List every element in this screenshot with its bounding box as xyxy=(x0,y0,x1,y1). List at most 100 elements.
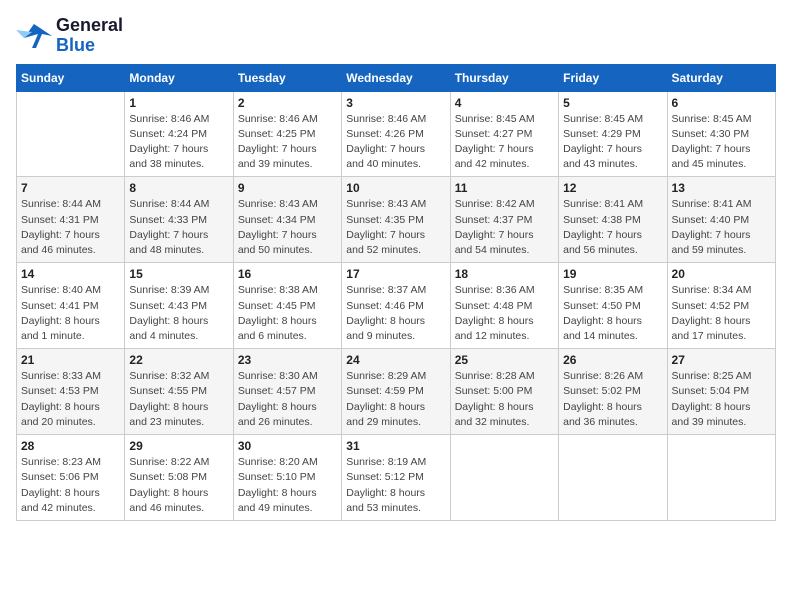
column-header-sunday: Sunday xyxy=(17,64,125,91)
day-number: 23 xyxy=(238,353,337,367)
calendar-cell: 6 Sunrise: 8:45 AMSunset: 4:30 PMDaylight… xyxy=(667,91,775,177)
day-number: 4 xyxy=(455,96,554,110)
day-number: 20 xyxy=(672,267,771,281)
day-number: 29 xyxy=(129,439,228,453)
day-info: Sunrise: 8:44 AMSunset: 4:31 PMDaylight:… xyxy=(21,197,120,258)
calendar-header-row: SundayMondayTuesdayWednesdayThursdayFrid… xyxy=(17,64,776,91)
column-header-monday: Monday xyxy=(125,64,233,91)
calendar-cell: 19 Sunrise: 8:35 AMSunset: 4:50 PMDayligh… xyxy=(559,263,667,349)
day-info: Sunrise: 8:46 AMSunset: 4:24 PMDaylight:… xyxy=(129,112,228,173)
calendar-cell: 28 Sunrise: 8:23 AMSunset: 5:06 PMDayligh… xyxy=(17,435,125,521)
day-info: Sunrise: 8:35 AMSunset: 4:50 PMDaylight:… xyxy=(563,283,662,344)
column-header-saturday: Saturday xyxy=(667,64,775,91)
day-number: 9 xyxy=(238,181,337,195)
calendar-cell: 8 Sunrise: 8:44 AMSunset: 4:33 PMDaylight… xyxy=(125,177,233,263)
calendar-cell: 25 Sunrise: 8:28 AMSunset: 5:00 PMDayligh… xyxy=(450,349,558,435)
day-info: Sunrise: 8:34 AMSunset: 4:52 PMDaylight:… xyxy=(672,283,771,344)
day-number: 13 xyxy=(672,181,771,195)
day-info: Sunrise: 8:40 AMSunset: 4:41 PMDaylight:… xyxy=(21,283,120,344)
day-number: 6 xyxy=(672,96,771,110)
calendar-cell: 24 Sunrise: 8:29 AMSunset: 4:59 PMDayligh… xyxy=(342,349,450,435)
calendar-cell: 15 Sunrise: 8:39 AMSunset: 4:43 PMDayligh… xyxy=(125,263,233,349)
calendar-cell xyxy=(450,435,558,521)
day-info: Sunrise: 8:46 AMSunset: 4:26 PMDaylight:… xyxy=(346,112,445,173)
day-info: Sunrise: 8:41 AMSunset: 4:40 PMDaylight:… xyxy=(672,197,771,258)
day-info: Sunrise: 8:43 AMSunset: 4:34 PMDaylight:… xyxy=(238,197,337,258)
day-number: 30 xyxy=(238,439,337,453)
calendar-cell: 9 Sunrise: 8:43 AMSunset: 4:34 PMDaylight… xyxy=(233,177,341,263)
calendar-cell: 1 Sunrise: 8:46 AMSunset: 4:24 PMDaylight… xyxy=(125,91,233,177)
logo-text: GeneralBlue xyxy=(56,16,123,56)
calendar-cell: 12Sunrise: 8:41 AMSunset: 4:38 PMDayligh… xyxy=(559,177,667,263)
calendar-cell: 27 Sunrise: 8:25 AMSunset: 5:04 PMDayligh… xyxy=(667,349,775,435)
day-info: Sunrise: 8:25 AMSunset: 5:04 PMDaylight:… xyxy=(672,369,771,430)
day-info: Sunrise: 8:22 AMSunset: 5:08 PMDaylight:… xyxy=(129,455,228,516)
day-number: 27 xyxy=(672,353,771,367)
day-number: 16 xyxy=(238,267,337,281)
day-number: 24 xyxy=(346,353,445,367)
day-info: Sunrise: 8:23 AMSunset: 5:06 PMDaylight:… xyxy=(21,455,120,516)
day-number: 1 xyxy=(129,96,228,110)
calendar-cell: 23 Sunrise: 8:30 AMSunset: 4:57 PMDayligh… xyxy=(233,349,341,435)
day-number: 15 xyxy=(129,267,228,281)
calendar-cell: 7Sunrise: 8:44 AMSunset: 4:31 PMDaylight… xyxy=(17,177,125,263)
day-number: 17 xyxy=(346,267,445,281)
day-info: Sunrise: 8:45 AMSunset: 4:30 PMDaylight:… xyxy=(672,112,771,173)
calendar-cell: 13 Sunrise: 8:41 AMSunset: 4:40 PMDayligh… xyxy=(667,177,775,263)
calendar-week-row: 7Sunrise: 8:44 AMSunset: 4:31 PMDaylight… xyxy=(17,177,776,263)
day-number: 28 xyxy=(21,439,120,453)
day-number: 21 xyxy=(21,353,120,367)
day-number: 25 xyxy=(455,353,554,367)
calendar-cell: 20 Sunrise: 8:34 AMSunset: 4:52 PMDayligh… xyxy=(667,263,775,349)
calendar-cell: 26 Sunrise: 8:26 AMSunset: 5:02 PMDayligh… xyxy=(559,349,667,435)
logo-bird-icon xyxy=(16,20,52,52)
calendar-cell: 16 Sunrise: 8:38 AMSunset: 4:45 PMDayligh… xyxy=(233,263,341,349)
day-number: 26 xyxy=(563,353,662,367)
column-header-tuesday: Tuesday xyxy=(233,64,341,91)
calendar-week-row: 21 Sunrise: 8:33 AMSunset: 4:53 PMDayligh… xyxy=(17,349,776,435)
calendar-cell xyxy=(667,435,775,521)
page-header: GeneralBlue xyxy=(16,16,776,56)
day-number: 8 xyxy=(129,181,228,195)
calendar-cell: 4Sunrise: 8:45 AMSunset: 4:27 PMDaylight… xyxy=(450,91,558,177)
day-info: Sunrise: 8:37 AMSunset: 4:46 PMDaylight:… xyxy=(346,283,445,344)
calendar-week-row: 14Sunrise: 8:40 AMSunset: 4:41 PMDayligh… xyxy=(17,263,776,349)
day-number: 2 xyxy=(238,96,337,110)
calendar-cell: 5Sunrise: 8:45 AMSunset: 4:29 PMDaylight… xyxy=(559,91,667,177)
calendar-cell: 29 Sunrise: 8:22 AMSunset: 5:08 PMDayligh… xyxy=(125,435,233,521)
calendar-cell: 3 Sunrise: 8:46 AMSunset: 4:26 PMDaylight… xyxy=(342,91,450,177)
day-info: Sunrise: 8:26 AMSunset: 5:02 PMDaylight:… xyxy=(563,369,662,430)
day-number: 12 xyxy=(563,181,662,195)
day-info: Sunrise: 8:46 AMSunset: 4:25 PMDaylight:… xyxy=(238,112,337,173)
day-info: Sunrise: 8:29 AMSunset: 4:59 PMDaylight:… xyxy=(346,369,445,430)
day-number: 3 xyxy=(346,96,445,110)
day-info: Sunrise: 8:38 AMSunset: 4:45 PMDaylight:… xyxy=(238,283,337,344)
day-info: Sunrise: 8:28 AMSunset: 5:00 PMDaylight:… xyxy=(455,369,554,430)
day-info: Sunrise: 8:36 AMSunset: 4:48 PMDaylight:… xyxy=(455,283,554,344)
day-info: Sunrise: 8:32 AMSunset: 4:55 PMDaylight:… xyxy=(129,369,228,430)
calendar-cell: 11Sunrise: 8:42 AMSunset: 4:37 PMDayligh… xyxy=(450,177,558,263)
day-info: Sunrise: 8:44 AMSunset: 4:33 PMDaylight:… xyxy=(129,197,228,258)
day-number: 18 xyxy=(455,267,554,281)
day-info: Sunrise: 8:45 AMSunset: 4:29 PMDaylight:… xyxy=(563,112,662,173)
logo: GeneralBlue xyxy=(16,16,123,56)
day-number: 19 xyxy=(563,267,662,281)
calendar-cell: 30 Sunrise: 8:20 AMSunset: 5:10 PMDayligh… xyxy=(233,435,341,521)
calendar-cell: 18 Sunrise: 8:36 AMSunset: 4:48 PMDayligh… xyxy=(450,263,558,349)
day-info: Sunrise: 8:30 AMSunset: 4:57 PMDaylight:… xyxy=(238,369,337,430)
day-info: Sunrise: 8:19 AMSunset: 5:12 PMDaylight:… xyxy=(346,455,445,516)
column-header-friday: Friday xyxy=(559,64,667,91)
calendar-week-row: 28 Sunrise: 8:23 AMSunset: 5:06 PMDayligh… xyxy=(17,435,776,521)
calendar-week-row: 1 Sunrise: 8:46 AMSunset: 4:24 PMDaylight… xyxy=(17,91,776,177)
day-info: Sunrise: 8:43 AMSunset: 4:35 PMDaylight:… xyxy=(346,197,445,258)
day-number: 31 xyxy=(346,439,445,453)
day-info: Sunrise: 8:33 AMSunset: 4:53 PMDaylight:… xyxy=(21,369,120,430)
calendar-cell: 14Sunrise: 8:40 AMSunset: 4:41 PMDayligh… xyxy=(17,263,125,349)
calendar-table: SundayMondayTuesdayWednesdayThursdayFrid… xyxy=(16,64,776,521)
day-info: Sunrise: 8:42 AMSunset: 4:37 PMDaylight:… xyxy=(455,197,554,258)
column-header-thursday: Thursday xyxy=(450,64,558,91)
day-number: 10 xyxy=(346,181,445,195)
day-number: 22 xyxy=(129,353,228,367)
day-info: Sunrise: 8:39 AMSunset: 4:43 PMDaylight:… xyxy=(129,283,228,344)
day-info: Sunrise: 8:20 AMSunset: 5:10 PMDaylight:… xyxy=(238,455,337,516)
